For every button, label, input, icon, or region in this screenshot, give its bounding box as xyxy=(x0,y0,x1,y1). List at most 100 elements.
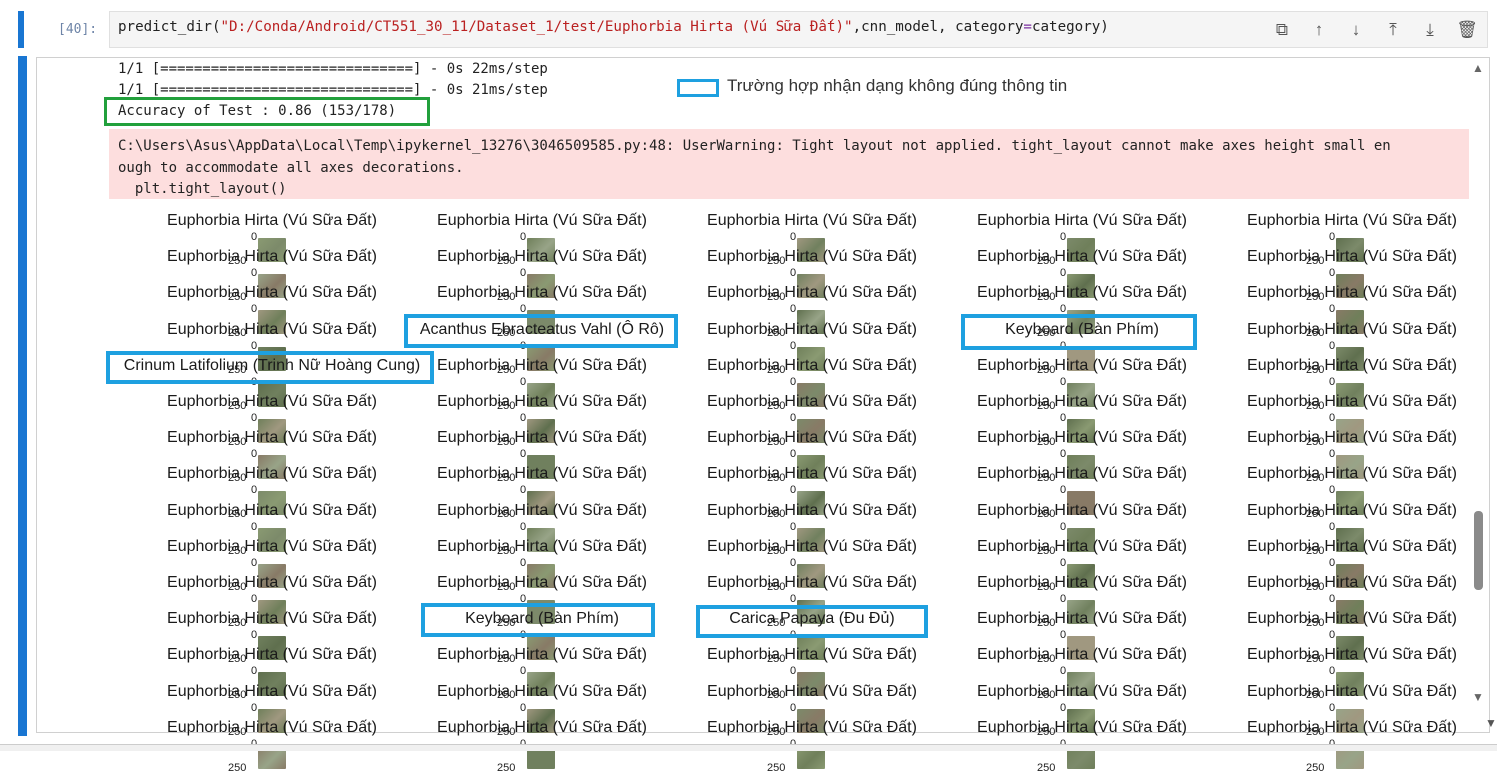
axis-tick-label: 0 xyxy=(520,448,527,461)
axis-tick-label: 0 xyxy=(1060,484,1067,497)
prediction-title: Euphorbia Hirta (Vú Sữa Đất) xyxy=(167,537,377,555)
prediction-title: Euphorbia Hirta (Vú Sữa Đất) xyxy=(977,718,1187,736)
axis-tick-label: 0 xyxy=(790,701,797,714)
legend-swatch xyxy=(677,79,719,97)
axis-tick-label: 250 xyxy=(1306,761,1325,774)
prediction-title: Euphorbia Hirta (Vú Sữa Đất) xyxy=(707,682,917,700)
prediction-title: Euphorbia Hirta (Vú Sữa Đất) xyxy=(167,574,377,591)
insert-above-button[interactable]: ⤒ xyxy=(1379,16,1407,44)
move-up-button[interactable]: ↑ xyxy=(1305,16,1333,44)
axis-tick-label: 0 xyxy=(790,412,797,424)
axis-tick-label: 0 xyxy=(520,520,527,533)
insert-below-icon: ⤓ xyxy=(1426,20,1434,39)
duplicate-cell-button[interactable]: ⧉ xyxy=(1268,16,1296,44)
axis-tick-label: 0 xyxy=(251,665,258,678)
axis-tick-label: 0 xyxy=(1329,629,1336,642)
misclassified-highlight-box xyxy=(421,603,655,637)
axis-tick-label: 0 xyxy=(790,448,797,461)
prediction-title: Euphorbia Hirta (Vú Sữa Đất) xyxy=(977,393,1187,410)
scroll-up-icon[interactable]: ▲ xyxy=(1472,61,1484,75)
delete-cell-button[interactable]: 🗑 xyxy=(1453,16,1481,44)
prediction-title: Euphorbia Hirta (Vú Sữa Đất) xyxy=(707,537,917,555)
axis-tick-label: 250 xyxy=(767,761,786,774)
prediction-title: Euphorbia Hirta (Vú Sữa Đất) xyxy=(167,212,377,229)
axis-tick-label: 0 xyxy=(520,665,527,678)
prediction-title: Euphorbia Hirta (Vú Sữa Đất) xyxy=(1247,718,1457,736)
prediction-title: Euphorbia Hirta (Vú Sữa Đất) xyxy=(707,248,917,266)
move-down-button[interactable]: ↓ xyxy=(1342,16,1370,44)
prediction-title: Euphorbia Hirta (Vú Sữa Đất) xyxy=(707,646,917,664)
scroll-down-icon[interactable]: ▼ xyxy=(1472,690,1484,704)
axis-tick-label: 0 xyxy=(1060,556,1067,569)
code-text[interactable]: predict_dir("D:/Conda/Android/CT551_30_1… xyxy=(118,19,1109,35)
active-cell-indicator xyxy=(18,11,24,48)
prediction-title: Euphorbia Hirta (Vú Sữa Đất) xyxy=(977,465,1187,483)
axis-tick-label: 0 xyxy=(1329,484,1336,497)
prediction-title: Euphorbia Hirta (Vú Sữa Đất) xyxy=(167,501,377,519)
axis-tick-label: 0 xyxy=(1060,593,1067,605)
code-function: predict_dir( xyxy=(118,19,221,35)
axis-tick-label: 0 xyxy=(520,701,527,714)
axis-tick-label: 0 xyxy=(520,375,527,388)
axis-tick-label: 0 xyxy=(520,484,527,497)
axis-tick-label: 0 xyxy=(1060,412,1067,424)
prediction-title: Euphorbia Hirta (Vú Sữa Đất) xyxy=(437,212,647,229)
axis-tick-label: 0 xyxy=(1329,556,1336,569)
prediction-title: Euphorbia Hirta (Vú Sữa Đất) xyxy=(707,429,917,447)
insert-below-button[interactable]: ⤓ xyxy=(1416,16,1444,44)
move-down-icon: ↓ xyxy=(1351,20,1361,39)
stderr-line: ough to accommodate all axes decorations… xyxy=(118,160,464,176)
prediction-title: Euphorbia Hirta (Vú Sữa Đất) xyxy=(437,356,647,374)
prediction-title: Euphorbia Hirta (Vú Sữa Đất) xyxy=(977,682,1187,700)
axis-tick-label: 0 xyxy=(1329,520,1336,533)
axis-tick-label: 0 xyxy=(1329,593,1336,605)
code-operator: = xyxy=(1023,19,1032,35)
axis-tick-label: 0 xyxy=(1060,701,1067,714)
axis-tick-label: 0 xyxy=(1060,520,1067,533)
prediction-title: Euphorbia Hirta (Vú Sữa Đất) xyxy=(167,429,377,447)
prediction-title: Euphorbia Hirta (Vú Sữa Đất) xyxy=(1247,284,1457,302)
misclassified-highlight-box xyxy=(961,314,1197,350)
prediction-title: Euphorbia Hirta (Vú Sữa Đất) xyxy=(1247,574,1457,591)
axis-tick-label: 0 xyxy=(1060,448,1067,461)
prediction-title: Euphorbia Hirta (Vú Sữa Đất) xyxy=(1247,248,1457,266)
axis-tick-label: 0 xyxy=(251,303,258,316)
output-scrollbar[interactable] xyxy=(1470,58,1486,732)
accuracy-highlight-box xyxy=(104,97,430,126)
axis-tick-label: 0 xyxy=(1329,412,1336,424)
prediction-title: Euphorbia Hirta (Vú Sữa Đất) xyxy=(707,320,917,338)
prediction-title: Euphorbia Hirta (Vú Sữa Đất) xyxy=(1247,429,1457,447)
prediction-title: Euphorbia Hirta (Vú Sữa Đất) xyxy=(977,610,1187,628)
axis-tick-label: 0 xyxy=(790,593,797,605)
code-arg-value: category) xyxy=(1031,19,1109,35)
move-up-icon: ↑ xyxy=(1314,20,1324,39)
axis-tick-label: 0 xyxy=(790,267,797,280)
scrollbar-thumb[interactable] xyxy=(1474,511,1483,590)
prediction-title: Euphorbia Hirta (Vú Sữa Đất) xyxy=(977,284,1187,302)
prediction-title: Euphorbia Hirta (Vú Sữa Đất) xyxy=(707,718,917,736)
prediction-title: Euphorbia Hirta (Vú Sữa Đất) xyxy=(437,248,647,266)
axis-tick-label: 0 xyxy=(1329,267,1336,280)
axis-tick-label: 0 xyxy=(1060,375,1067,388)
prediction-title: Euphorbia Hirta (Vú Sữa Đất) xyxy=(1247,682,1457,700)
prediction-title: Euphorbia Hirta (Vú Sữa Đất) xyxy=(437,718,647,736)
duplicate-icon: ⧉ xyxy=(1275,20,1289,39)
axis-tick-label: 0 xyxy=(520,267,527,280)
prediction-title: Euphorbia Hirta (Vú Sữa Đất) xyxy=(1247,465,1457,483)
axis-tick-label: 0 xyxy=(1329,448,1336,461)
misclassified-highlight-box xyxy=(404,314,678,348)
axis-tick-label: 0 xyxy=(251,267,258,280)
axis-tick-label: 0 xyxy=(251,593,258,605)
prediction-title: Euphorbia Hirta (Vú Sữa Đất) xyxy=(437,501,647,519)
page-scroll-down-icon[interactable]: ▼ xyxy=(1485,716,1497,730)
axis-tick-label: 0 xyxy=(251,556,258,569)
axis-tick-label: 0 xyxy=(251,412,258,424)
axis-tick-label: 0 xyxy=(251,484,258,497)
prediction-title: Euphorbia Hirta (Vú Sữa Đất) xyxy=(167,320,377,338)
axis-tick-label: 0 xyxy=(520,556,527,569)
prediction-title: Euphorbia Hirta (Vú Sữa Đất) xyxy=(437,284,647,302)
axis-tick-label: 0 xyxy=(1329,339,1336,352)
prediction-title: Euphorbia Hirta (Vú Sữa Đất) xyxy=(707,284,917,302)
prediction-title: Euphorbia Hirta (Vú Sữa Đất) xyxy=(977,574,1187,591)
stream-line: 1/1 [==============================] - 0… xyxy=(118,82,548,98)
